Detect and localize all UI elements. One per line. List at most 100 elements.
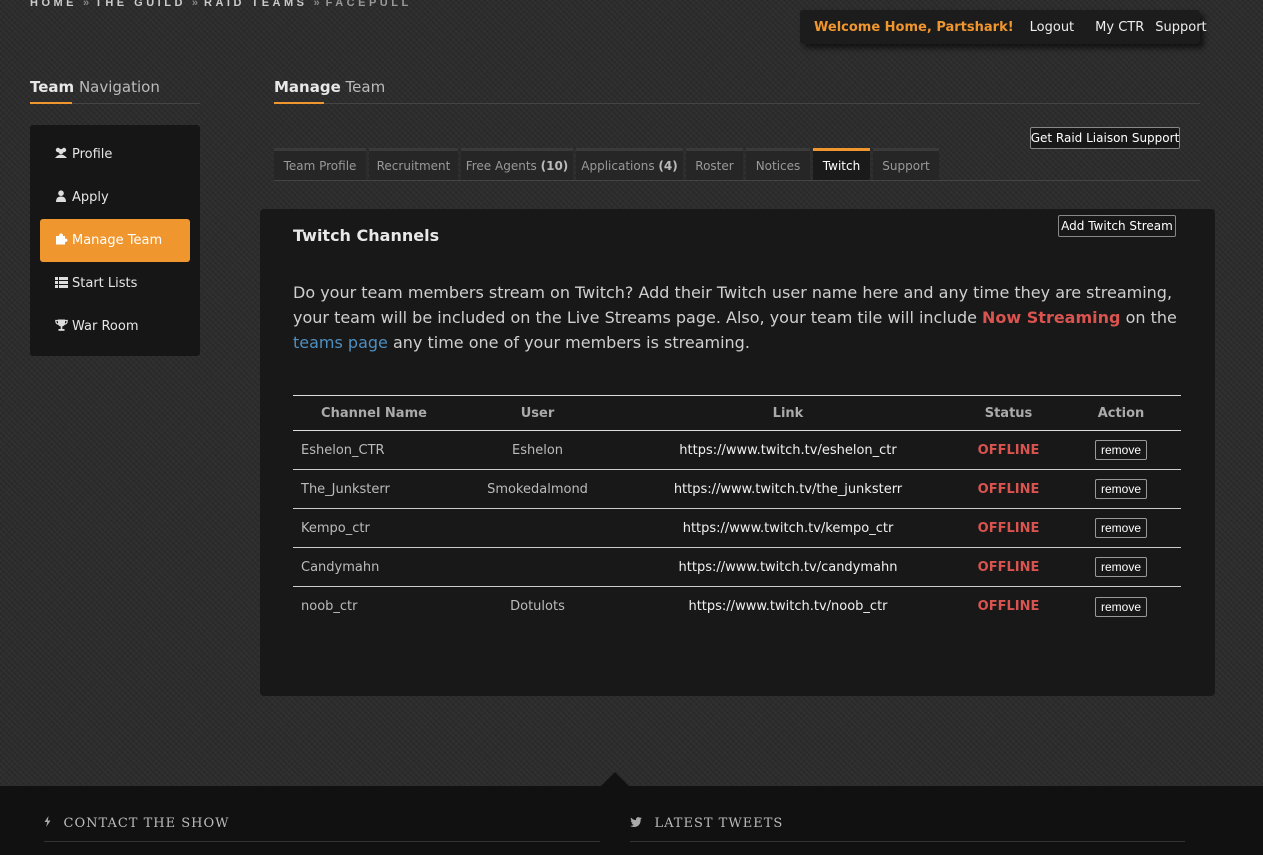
action-cell: remove xyxy=(1061,518,1181,538)
tab-support[interactable]: Support xyxy=(873,148,939,180)
action-cell: remove xyxy=(1061,440,1181,460)
tab-label: Notices xyxy=(755,158,801,173)
twitter-icon xyxy=(630,817,647,830)
bolt-icon xyxy=(44,816,56,830)
status-badge: OFFLINE xyxy=(977,481,1040,497)
sidebar-title-bold: Team xyxy=(30,78,75,96)
sidebar-item-manage-team[interactable]: Manage Team xyxy=(40,219,190,262)
breadcrumb-home[interactable]: HOME xyxy=(30,0,77,9)
remove-button[interactable]: remove xyxy=(1094,440,1147,460)
tab-free-agents[interactable]: Free Agents (10) xyxy=(461,148,573,180)
tab-notices[interactable]: Notices xyxy=(746,148,810,180)
footer: CONTACT THE SHOW LATEST TWEETS xyxy=(0,786,1263,855)
tab-applications[interactable]: Applications (4) xyxy=(576,148,683,180)
tab-count: (4) xyxy=(658,158,678,173)
tab-label: Twitch xyxy=(822,158,861,173)
table-header: Channel Name User Link Status Action xyxy=(293,396,1181,431)
description-text: any time one of your members is streamin… xyxy=(387,333,750,352)
channel-name-cell: Candymahn xyxy=(301,559,380,575)
sidebar-item-label: Profile xyxy=(72,147,113,162)
tweets-rule xyxy=(630,841,1185,842)
channel-name-cell: Kempo_ctr xyxy=(301,520,370,536)
puzzle-icon xyxy=(54,233,68,248)
tab-roster[interactable]: Roster xyxy=(686,148,743,180)
breadcrumb-raid-teams[interactable]: RAID TEAMS xyxy=(204,0,307,9)
channel-name-cell: noob_ctr xyxy=(301,599,358,614)
sidebar-title-accent xyxy=(30,102,72,104)
table-row: Eshelon_CTR Eshelon https://www.twitch.t… xyxy=(293,431,1181,470)
table-row: The_Junksterr Smokedalmond https://www.t… xyxy=(293,470,1181,509)
status-badge: OFFLINE xyxy=(977,599,1040,614)
link-cell[interactable]: https://www.twitch.tv/candymahn xyxy=(620,560,956,575)
sidebar-title-rest: Navigation xyxy=(74,78,160,96)
user-cell: Eshelon xyxy=(511,442,564,458)
tabs-divider xyxy=(274,180,1200,181)
channel-name-cell: Eshelon_CTR xyxy=(301,442,385,458)
link-cell[interactable]: https://www.twitch.tv/kempo_ctr xyxy=(620,521,956,536)
tab-label: Support xyxy=(882,158,930,173)
tab-label: Recruitment xyxy=(376,158,451,173)
action-cell: remove xyxy=(1061,479,1181,499)
sidebar-item-label: War Room xyxy=(72,319,139,334)
welcome-message[interactable]: Welcome Home, Partshark! xyxy=(814,20,1014,35)
remove-button[interactable]: remove xyxy=(1094,479,1147,499)
add-twitch-stream-button[interactable]: Add Twitch Stream xyxy=(1058,215,1176,237)
remove-button[interactable]: remove xyxy=(1094,596,1147,617)
page-title-bold: Manage xyxy=(274,78,341,96)
twitch-channels-panel: Twitch Channels Add Twitch Stream Do you… xyxy=(260,209,1215,696)
tab-label: Applications xyxy=(581,158,655,173)
teams-page-link[interactable]: teams page xyxy=(293,333,388,352)
breadcrumb-the-guild[interactable]: THE GUILD xyxy=(95,0,186,9)
tab-twitch[interactable]: Twitch xyxy=(813,148,870,180)
link-cell[interactable]: https://www.twitch.tv/the_junksterr xyxy=(620,482,956,497)
tab-count: (10) xyxy=(540,158,569,173)
page-title-rest: Team xyxy=(340,78,386,96)
team-navigation: Profile Apply Manage Team Start Lists Wa… xyxy=(30,125,200,356)
breadcrumb-separator: » xyxy=(313,0,320,9)
table-row: Candymahn https://www.twitch.tv/candymah… xyxy=(293,548,1181,587)
panel-description: Do your team members stream on Twitch? A… xyxy=(293,280,1183,355)
tab-recruitment[interactable]: Recruitment xyxy=(369,148,458,180)
raid-liaison-support-button[interactable]: Get Raid Liaison Support xyxy=(1030,127,1180,149)
sidebar-item-label: Manage Team xyxy=(72,233,163,248)
table-row: noob_ctr Dotulots https://www.twitch.tv/… xyxy=(293,587,1181,626)
sidebar-item-profile[interactable]: Profile xyxy=(40,133,190,176)
user-icon xyxy=(54,190,68,205)
user-cell: Dotulots xyxy=(510,599,565,614)
tweets-heading-text: LATEST TWEETS xyxy=(654,816,784,831)
remove-button[interactable]: remove xyxy=(1094,518,1147,538)
remove-button[interactable]: remove xyxy=(1094,557,1147,577)
my-ctr-link[interactable]: My CTR xyxy=(1095,20,1144,35)
panel-title: Twitch Channels xyxy=(293,226,440,245)
logout-link[interactable]: Logout xyxy=(1030,20,1075,35)
footer-notch xyxy=(601,772,629,786)
link-cell[interactable]: https://www.twitch.tv/eshelon_ctr xyxy=(620,443,956,458)
column-header-status: Status xyxy=(984,405,1033,421)
page-title: Manage Team xyxy=(274,78,385,96)
page-title-accent xyxy=(274,102,324,104)
sidebar-item-label: Apply xyxy=(72,190,109,205)
sidebar-item-war-room[interactable]: War Room xyxy=(40,305,190,348)
action-cell: remove xyxy=(1061,596,1181,617)
contact-heading-text: CONTACT THE SHOW xyxy=(63,816,230,831)
page-title-rule xyxy=(274,103,1200,104)
status-badge: OFFLINE xyxy=(977,559,1040,575)
status-badge: OFFLINE xyxy=(977,442,1040,458)
tab-label: Roster xyxy=(695,158,734,173)
breadcrumb-current: FACEPULL xyxy=(325,0,412,9)
users-icon xyxy=(54,147,68,162)
sidebar-item-label: Start Lists xyxy=(72,276,138,291)
user-cell: Smokedalmond xyxy=(487,481,588,497)
support-link[interactable]: Support xyxy=(1155,20,1206,35)
action-cell: remove xyxy=(1061,557,1181,577)
link-cell[interactable]: https://www.twitch.tv/noob_ctr xyxy=(620,599,956,614)
description-text: on the xyxy=(1120,308,1177,327)
sidebar-item-apply[interactable]: Apply xyxy=(40,176,190,219)
tab-team-profile[interactable]: Team Profile xyxy=(274,148,366,180)
sidebar-title: Team Navigation xyxy=(30,78,160,96)
column-header-action: Action xyxy=(1097,405,1145,421)
twitch-channels-table: Channel Name User Link Status Action Esh… xyxy=(293,395,1181,626)
now-streaming-text: Now Streaming xyxy=(982,308,1121,327)
list-icon xyxy=(54,276,68,291)
sidebar-item-start-lists[interactable]: Start Lists xyxy=(40,262,190,305)
